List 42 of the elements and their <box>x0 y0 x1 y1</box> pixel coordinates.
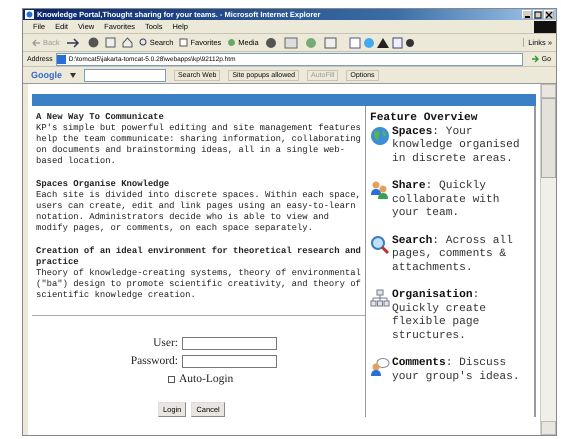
user-label: User: <box>152 338 178 348</box>
section-text: Each site is divided into discrete spaces. Within each space, users can create, edit and link pages using an easy-to-learn notation. Administrators decide who is able to view and modify pages, or comments, on each space separately. <box>36 190 361 234</box>
maximize-button[interactable] <box>533 10 543 19</box>
comment-icon <box>370 357 390 377</box>
password-field[interactable] <box>182 354 277 368</box>
people-icon <box>370 180 390 200</box>
google-search-field[interactable] <box>84 68 166 82</box>
section-heading: Spaces Organise Knowledge <box>36 179 170 190</box>
forward-icon[interactable] <box>66 38 82 48</box>
search-icon <box>138 38 148 47</box>
close-icon <box>545 10 553 18</box>
password-label: Password: <box>130 356 178 366</box>
section-text: Theory of knowledge-creating systems, theory of environmental ("ba") design to promote scientific creativity, and theory of scientific knowledge creation. <box>36 268 361 301</box>
minimize-icon <box>524 16 530 18</box>
feature-description: Comments: Discuss your group's ideas. <box>392 357 521 384</box>
magnifier-icon <box>370 234 390 254</box>
feature-description: Search: Across all pages, comments & attachments. <box>392 234 514 275</box>
section-heading: A New Way To Communicate <box>36 112 165 123</box>
home-icon[interactable] <box>122 37 133 48</box>
auto-login-checkbox[interactable] <box>168 376 175 382</box>
auto-login-label: Auto-Login <box>179 374 234 384</box>
feature-description: Organisation: Quickly create flexible page structures. <box>392 289 487 343</box>
user-field[interactable] <box>182 336 277 350</box>
feature-overview-title: Feature Overview <box>370 112 478 126</box>
media-icon <box>227 38 236 47</box>
feature-description: Share: Quickly collaborate with your team. <box>392 180 500 220</box>
toolbar-icons-drawing[interactable] <box>264 36 415 48</box>
section-heading: Creation of an ideal environment for theoretical research and practice <box>36 246 361 268</box>
google-logo[interactable]: Google <box>31 70 62 80</box>
browser-icon <box>25 10 34 19</box>
hierarchy-icon <box>370 289 390 309</box>
minimize-button[interactable] <box>522 10 532 19</box>
back-arrow-icon <box>31 38 41 46</box>
maximize-icon <box>534 10 542 18</box>
arrow-icon <box>530 55 540 63</box>
close-button[interactable] <box>544 10 554 19</box>
vertical-scrollbar[interactable] <box>540 84 556 435</box>
page-icon <box>56 54 66 64</box>
caret-icon[interactable] <box>70 72 76 78</box>
globe-icon <box>370 126 390 146</box>
section-text: KP's simple but powerful editing and site management features help the team communicate: sharing information, collaborating on documents and brainstorming ideas, all in a single web-based location. <box>36 123 361 167</box>
feature-description: Spaces: Your knowledge organised in discrete areas. <box>392 126 521 166</box>
